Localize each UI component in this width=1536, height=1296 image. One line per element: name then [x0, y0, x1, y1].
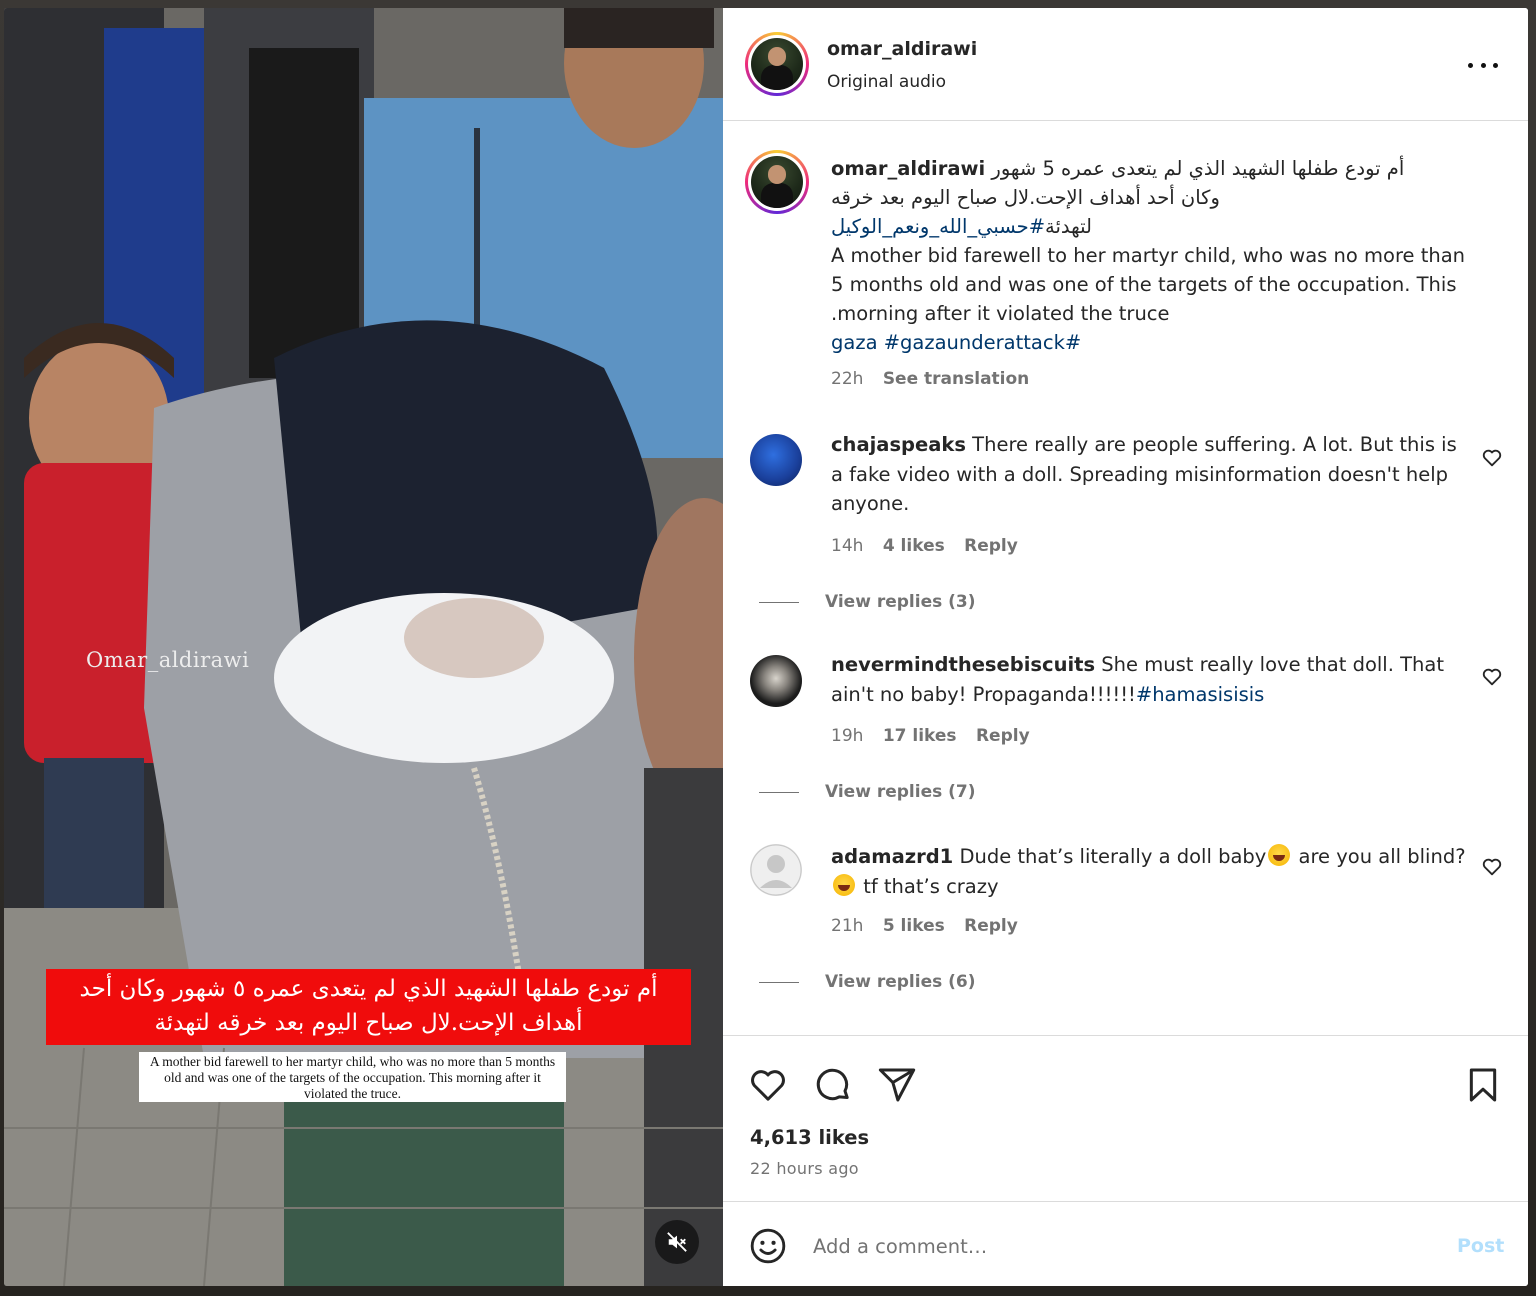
- caption-english-line1: A mother bid farewell to her martyr chil…: [831, 244, 1466, 267]
- caption-avatar[interactable]: [745, 150, 809, 214]
- comment-meta: 14h 4 likes Reply: [831, 536, 1032, 556]
- comment-reply-button[interactable]: Reply: [976, 726, 1030, 746]
- caption-arabic-line1: أم تودع طفلها الشهيد الذي لم يتعدى عمره …: [991, 157, 1405, 180]
- comment-time: 21h: [831, 916, 864, 936]
- comment-text: Dude that’s literally a doll baby: [959, 845, 1267, 868]
- post-modal: Omar_aldirawi أم تودع طفلها الشهيد الذي …: [4, 8, 1528, 1286]
- more-options-button[interactable]: [1468, 55, 1498, 75]
- caption-hashtags[interactable]: gaza #gazaunderattack#: [831, 328, 1491, 357]
- comment-username[interactable]: chajaspeaks: [831, 433, 966, 456]
- comment-time: 14h: [831, 536, 864, 556]
- caption-arabic-hashtag[interactable]: #حسبي_الله_ونعم_الوكيل: [831, 215, 1045, 238]
- post-time[interactable]: 22 hours ago: [750, 1159, 859, 1178]
- post-comment-button[interactable]: Post: [1457, 1235, 1504, 1257]
- video-arabic-caption: أم تودع طفلها الشهيد الذي لم يتعدى عمره …: [46, 969, 691, 1045]
- caption-meta: 22h See translation: [831, 365, 1491, 394]
- laughing-emoji-icon: [1268, 844, 1291, 866]
- view-replies-label: View replies (3): [825, 592, 976, 612]
- likes-count[interactable]: 4,613 likes: [750, 1126, 869, 1149]
- comment-likes[interactable]: 5 likes: [883, 916, 945, 936]
- comment-text: are you all blind?: [1292, 845, 1466, 868]
- comment-like-icon[interactable]: [1481, 447, 1503, 469]
- comment-text: tf that’s crazy: [857, 874, 999, 898]
- video-player[interactable]: Omar_aldirawi أم تودع طفلها الشهيد الذي …: [4, 8, 723, 1286]
- comments-list[interactable]: omar_aldirawi أم تودع طفلها الشهيد الذي …: [723, 122, 1528, 1034]
- commenter-avatar[interactable]: [750, 434, 802, 486]
- heart-icon[interactable]: [748, 1065, 788, 1105]
- comment-hashtag[interactable]: #hamasisisis: [1136, 683, 1264, 706]
- comment-username[interactable]: nevermindthesebiscuits: [831, 653, 1095, 676]
- caption-text: omar_aldirawi أم تودع طفلها الشهيد الذي …: [831, 154, 1491, 394]
- caption-english-line2: 5 months old and was one of the targets …: [831, 273, 1457, 296]
- view-replies-label: View replies (7): [825, 782, 976, 802]
- comment-reply-button[interactable]: Reply: [964, 536, 1018, 556]
- video-english-caption: A mother bid farewell to her martyr chil…: [139, 1052, 566, 1102]
- more-horizontal-icon: [1468, 62, 1473, 68]
- view-replies-button[interactable]: View replies (3): [753, 592, 976, 612]
- emoji-icon[interactable]: [749, 1227, 787, 1265]
- comment-text-wrapper: adamazrd1 Dude that’s literally a doll b…: [831, 842, 1471, 901]
- comment-input[interactable]: [813, 1226, 1413, 1266]
- comment-text-wrapper: chajaspeaks There really are people suff…: [831, 430, 1471, 519]
- post-header: omar_aldirawi Original audio: [723, 8, 1528, 121]
- comment-likes[interactable]: 4 likes: [883, 536, 945, 556]
- caption-english-line3: .morning after it violated the truce: [831, 302, 1170, 325]
- comment-time: 19h: [831, 726, 864, 746]
- post-actions: 4,613 likes 22 hours ago: [723, 1035, 1528, 1201]
- share-icon[interactable]: [877, 1065, 917, 1105]
- comment-like-icon[interactable]: [1481, 856, 1503, 878]
- laughing-emoji-icon: [833, 873, 855, 896]
- comment-username[interactable]: adamazrd1: [831, 845, 953, 868]
- see-translation-button[interactable]: See translation: [883, 369, 1029, 389]
- video-watermark: Omar_aldirawi: [86, 648, 250, 672]
- audio-label[interactable]: Original audio: [827, 72, 946, 92]
- comment-text-wrapper: nevermindthesebiscuits She must really l…: [831, 650, 1471, 709]
- mute-button[interactable]: [655, 1220, 699, 1264]
- author-username[interactable]: omar_aldirawi: [827, 38, 977, 60]
- comment-meta: 19h 17 likes Reply: [831, 726, 1044, 746]
- comment-composer: Post: [723, 1201, 1528, 1286]
- view-replies-button[interactable]: View replies (7): [753, 782, 976, 802]
- default-avatar-icon: [750, 844, 802, 896]
- author-avatar[interactable]: [745, 32, 809, 96]
- caption-arabic-line3: لتهدئة: [1045, 215, 1092, 238]
- comment-meta: 21h 5 likes Reply: [831, 916, 1032, 936]
- caption-time: 22h: [831, 369, 864, 389]
- comment-like-icon[interactable]: [1481, 666, 1503, 688]
- comment-likes[interactable]: 17 likes: [883, 726, 957, 746]
- bookmark-icon[interactable]: [1463, 1065, 1503, 1105]
- post-sidebar: omar_aldirawi Original audio omar_aldira…: [723, 8, 1528, 1286]
- commenter-avatar[interactable]: [750, 844, 802, 896]
- caption-arabic-line2: وكان أحد أهداف الإحت.لال صباح اليوم بعد …: [831, 186, 1220, 209]
- comment-reply-button[interactable]: Reply: [964, 916, 1018, 936]
- mute-icon: [667, 1232, 687, 1252]
- comment-icon[interactable]: [813, 1065, 853, 1105]
- view-replies-label: View replies (6): [825, 972, 976, 992]
- commenter-avatar[interactable]: [750, 655, 802, 707]
- caption-username[interactable]: omar_aldirawi: [831, 157, 985, 180]
- view-replies-button[interactable]: View replies (6): [753, 972, 976, 992]
